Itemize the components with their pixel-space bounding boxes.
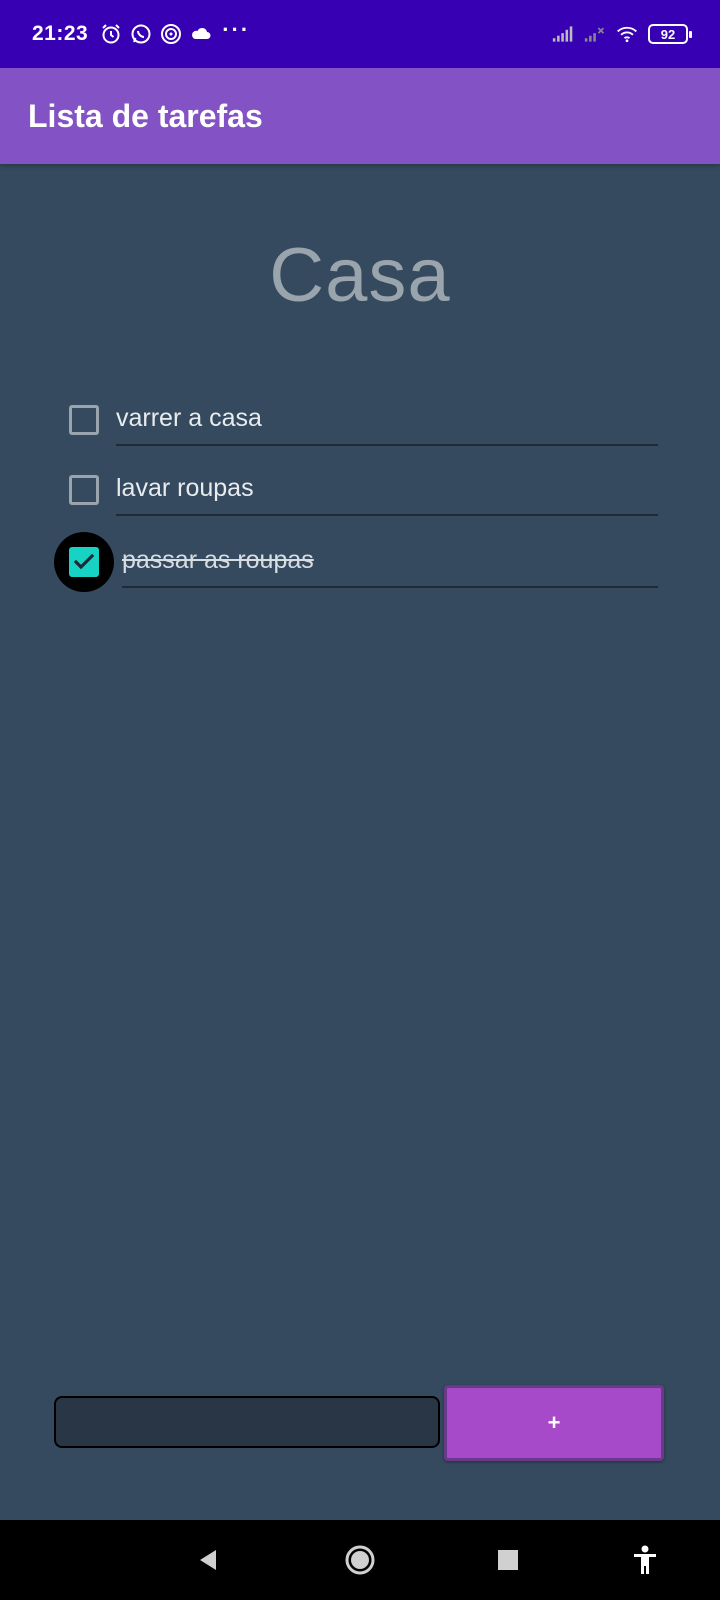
more-notifications-icon: ···: [222, 17, 251, 42]
task-item: lavar roupas: [54, 460, 658, 520]
task-label[interactable]: lavar roupas: [116, 460, 658, 516]
battery-level: 92: [660, 26, 676, 42]
alarm-icon: [100, 23, 122, 45]
system-icons: 92: [552, 23, 692, 45]
navigation-bar: [0, 1520, 720, 1600]
app-title: Lista de tarefas: [28, 97, 263, 134]
checkbox-box: [69, 475, 99, 505]
task-label[interactable]: varrer a casa: [116, 390, 658, 446]
signal-no-service-icon: [584, 23, 606, 45]
task-checkbox[interactable]: [54, 390, 114, 450]
back-icon: [200, 1550, 216, 1570]
task-label-done[interactable]: passar as roupas: [122, 532, 658, 588]
task-checkbox-checked[interactable]: [54, 532, 114, 592]
battery-icon: 92: [648, 24, 692, 44]
list-title: Casa: [269, 233, 451, 318]
back-button[interactable]: [190, 1542, 226, 1578]
task-item: passar as roupas: [54, 532, 658, 592]
accessibility-button[interactable]: [627, 1542, 663, 1578]
whatsapp-icon: [130, 23, 152, 45]
checkbox-box-checked: [69, 547, 99, 577]
home-button[interactable]: [342, 1542, 378, 1578]
cloud-icon: [190, 23, 212, 45]
new-task-input[interactable]: [54, 1396, 440, 1448]
add-task-button[interactable]: +: [444, 1385, 664, 1461]
check-icon: [73, 553, 95, 570]
recents-button[interactable]: [490, 1542, 526, 1578]
status-bar: 21:23 ··· 92: [0, 0, 720, 68]
add-button-label: +: [547, 1410, 561, 1435]
accessibility-icon: [634, 1545, 656, 1574]
app-bar: Lista de tarefas: [0, 68, 720, 164]
checkbox-box: [69, 405, 99, 435]
task-checkbox[interactable]: [54, 460, 114, 520]
status-time: 21:23: [32, 22, 89, 45]
task-item: varrer a casa: [54, 390, 658, 450]
notification-icons: [100, 23, 212, 45]
fingerprint-icon: [160, 23, 182, 45]
wifi-icon: [616, 23, 638, 45]
recents-icon: [498, 1550, 518, 1570]
home-icon: [345, 1545, 375, 1575]
signal-icon: [552, 23, 574, 45]
